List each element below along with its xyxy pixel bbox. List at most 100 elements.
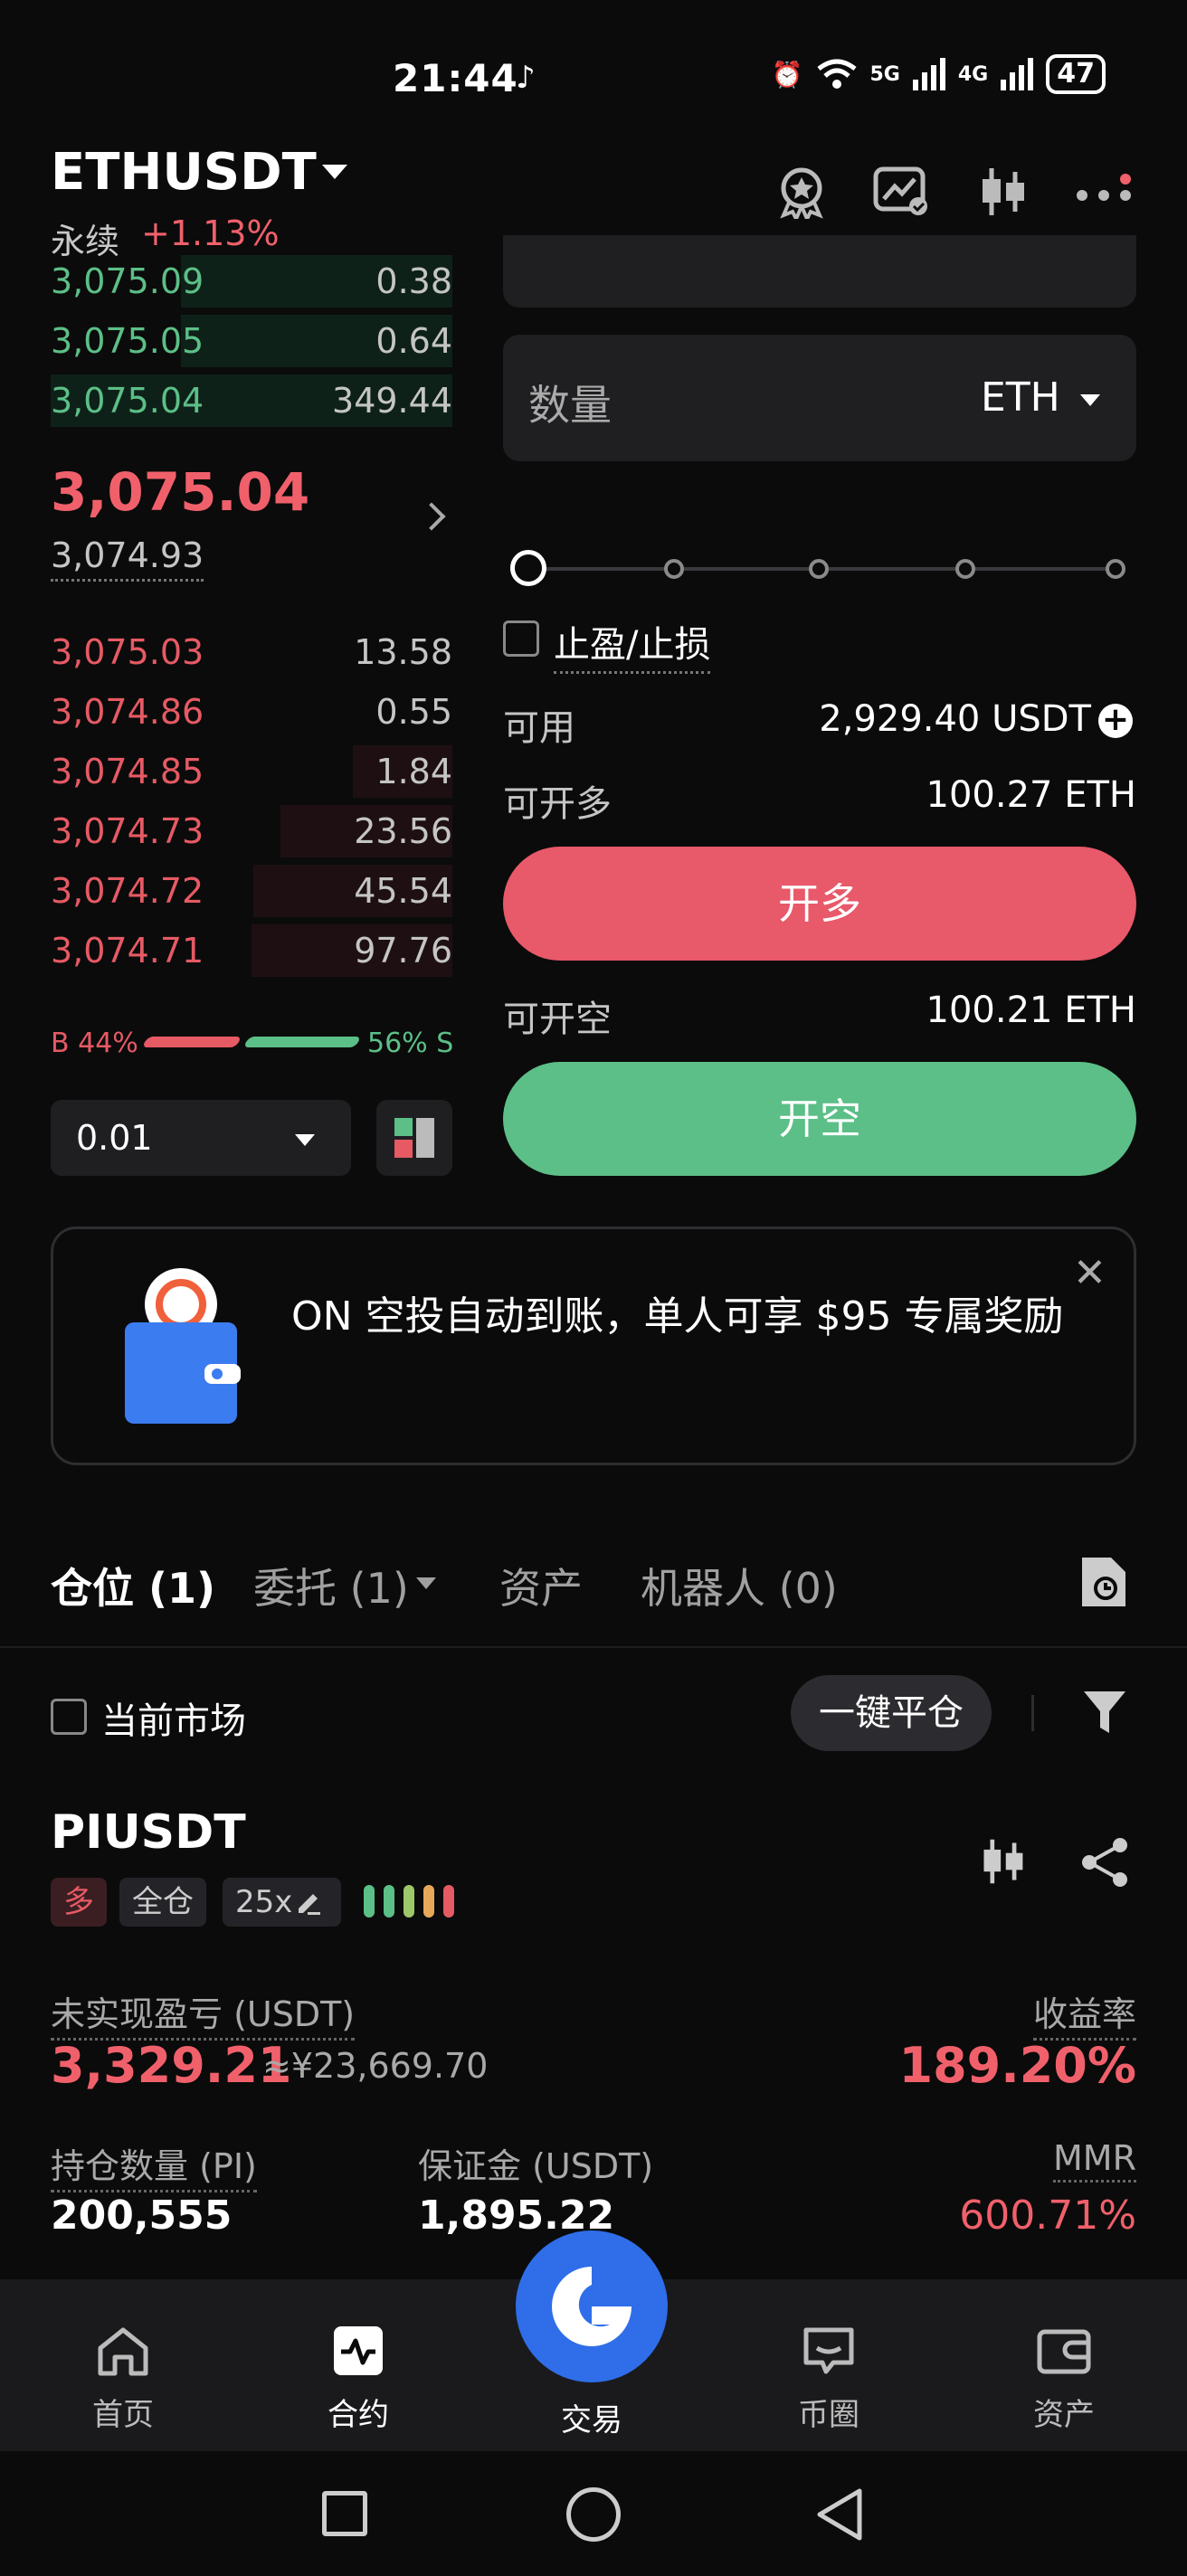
- nav-assets[interactable]: 资产: [1001, 2325, 1127, 2434]
- banner-text: ON 空投自动到账，单人可享 $95 专属奖励: [291, 1293, 1064, 1340]
- divider: [1031, 1695, 1034, 1731]
- last-price: 3,075.04: [51, 461, 310, 523]
- caret-down-icon[interactable]: [1080, 394, 1100, 406]
- filter-icon[interactable]: [1082, 1688, 1127, 1742]
- recent-apps-icon[interactable]: [322, 2491, 367, 2536]
- bid-row[interactable]: 3,074.85 1.84: [51, 742, 452, 801]
- quantity-label: 数量: [528, 381, 612, 430]
- ask-row[interactable]: 3,075.09 0.38: [51, 251, 452, 311]
- tab-assets[interactable]: 资产: [499, 1556, 583, 1615]
- adl-indicator-bar: [364, 1885, 375, 1918]
- unrealized-pnl-label: 未实现盈亏 (USDT): [51, 1986, 356, 2041]
- margin-label: 保证金 (USDT): [418, 2146, 654, 2186]
- orderbook-layout-button[interactable]: [376, 1100, 452, 1176]
- position-symbol[interactable]: PIUSDT: [51, 1805, 246, 1860]
- battery-icon: 47: [1046, 54, 1106, 94]
- network-5g: 5G: [869, 62, 900, 86]
- slider-step[interactable]: [1106, 559, 1125, 579]
- bid-row[interactable]: 3,074.73 23.56: [51, 801, 452, 861]
- share-icon[interactable]: [1078, 1836, 1131, 1892]
- bid-row[interactable]: 3,074.71 97.76: [51, 921, 452, 980]
- size-label: 持仓数量 (PI): [51, 2138, 257, 2192]
- network-4g: 4G: [957, 62, 989, 86]
- caret-down-icon[interactable]: [416, 1577, 436, 1589]
- bid-qty: 1.84: [375, 752, 452, 791]
- tpsl-checkbox[interactable]: [503, 620, 539, 657]
- mark-price[interactable]: 3,074.93: [51, 535, 204, 582]
- price-field[interactable]: [503, 235, 1136, 308]
- ask-row[interactable]: 3,075.05 0.64: [51, 311, 452, 371]
- tpsl-label[interactable]: 止盈/止损: [554, 615, 711, 674]
- nav-label: 首页: [92, 2397, 154, 2433]
- candlestick-icon[interactable]: [973, 163, 1031, 221]
- max-short-value: 100.21 ETH: [926, 990, 1136, 1031]
- open-long-button[interactable]: 开多: [503, 847, 1136, 961]
- signal-icon-2: [1001, 58, 1034, 90]
- nav-home[interactable]: 首页: [60, 2325, 186, 2434]
- price-change: +1.13%: [141, 213, 280, 253]
- history-icon[interactable]: [1078, 1554, 1129, 1614]
- chart-check-icon[interactable]: [872, 163, 930, 221]
- futures-icon: [334, 2326, 383, 2375]
- more-icon[interactable]: [1075, 163, 1133, 221]
- home-icon: [98, 2327, 148, 2376]
- ask-qty: 0.38: [375, 261, 452, 301]
- edit-icon[interactable]: [295, 1889, 322, 1919]
- ask-price: 3,075.04: [51, 381, 204, 421]
- slider-step[interactable]: [664, 559, 684, 579]
- mmr-label: MMR: [1053, 2138, 1136, 2183]
- leverage-tag[interactable]: 25x: [223, 1878, 342, 1927]
- tab-positions[interactable]: 仓位 (1): [51, 1556, 215, 1615]
- slider-step[interactable]: [955, 559, 975, 579]
- caret-down-icon[interactable]: [295, 1134, 315, 1146]
- tab-bots[interactable]: 机器人 (0): [641, 1556, 838, 1615]
- nav-label: 资产: [1033, 2397, 1095, 2433]
- bid-price: 3,075.03: [51, 632, 204, 672]
- bid-price: 3,074.85: [51, 752, 204, 791]
- available-value: 2,929.40 USDT: [819, 698, 1091, 740]
- community-icon: [803, 2327, 854, 2374]
- ask-qty: 0.64: [375, 321, 452, 361]
- home-button-icon[interactable]: [566, 2487, 621, 2542]
- divider: [0, 1646, 1187, 1648]
- mmr-value: 600.71%: [959, 2192, 1136, 2239]
- nav-futures[interactable]: 合约: [295, 2325, 422, 2434]
- nav-trade-button[interactable]: [516, 2230, 668, 2382]
- nav-label[interactable]: 交易: [530, 2395, 653, 2439]
- current-market-checkbox[interactable]: [51, 1699, 87, 1735]
- quantity-unit-select[interactable]: ETH: [981, 374, 1060, 421]
- bid-row[interactable]: 3,074.86 0.55: [51, 682, 452, 742]
- ask-price: 3,075.05: [51, 321, 204, 361]
- slider-step[interactable]: [809, 559, 829, 579]
- badge-icon[interactable]: [773, 163, 831, 221]
- open-short-button[interactable]: 开空: [503, 1062, 1136, 1176]
- candlestick-icon[interactable]: [977, 1836, 1028, 1890]
- tab-orders[interactable]: 委托 (1): [253, 1556, 409, 1615]
- chevron-right-icon[interactable]: [417, 502, 446, 531]
- bid-row[interactable]: 3,075.03 13.58: [51, 622, 452, 682]
- caret-down-icon[interactable]: [322, 165, 347, 179]
- current-market-label[interactable]: 当前市场: [101, 1691, 246, 1744]
- unrealized-pnl-value: 3,329.21: [51, 2037, 292, 2094]
- bid-row[interactable]: 3,074.72 45.54: [51, 861, 452, 921]
- symbol-selector[interactable]: ETHUSDT: [51, 143, 317, 202]
- max-long-label: 可开多: [503, 783, 612, 825]
- available-label: 可用: [503, 707, 575, 749]
- adl-indicator-bar: [443, 1885, 454, 1918]
- roe-value: 189.20%: [898, 2037, 1137, 2094]
- slider-handle[interactable]: [510, 550, 546, 586]
- ask-qty: 349.44: [332, 381, 452, 421]
- adl-indicator-bar: [384, 1885, 394, 1918]
- add-funds-icon[interactable]: +: [1098, 704, 1133, 738]
- size-value: 200,555: [51, 2192, 233, 2239]
- bid-qty: 97.76: [354, 931, 452, 971]
- back-icon[interactable]: [814, 2487, 865, 2545]
- bid-qty: 45.54: [354, 871, 452, 911]
- ask-row[interactable]: 3,075.04 349.44: [51, 371, 452, 431]
- close-icon[interactable]: ✕: [1073, 1250, 1106, 1296]
- status-time: 21:44: [393, 56, 518, 100]
- unrealized-pnl-cny: ≈¥23,669.70: [262, 2046, 489, 2086]
- nav-community[interactable]: 币圈: [765, 2325, 892, 2434]
- close-all-button[interactable]: 一键平仓: [791, 1675, 992, 1751]
- bid-qty: 0.55: [375, 692, 452, 732]
